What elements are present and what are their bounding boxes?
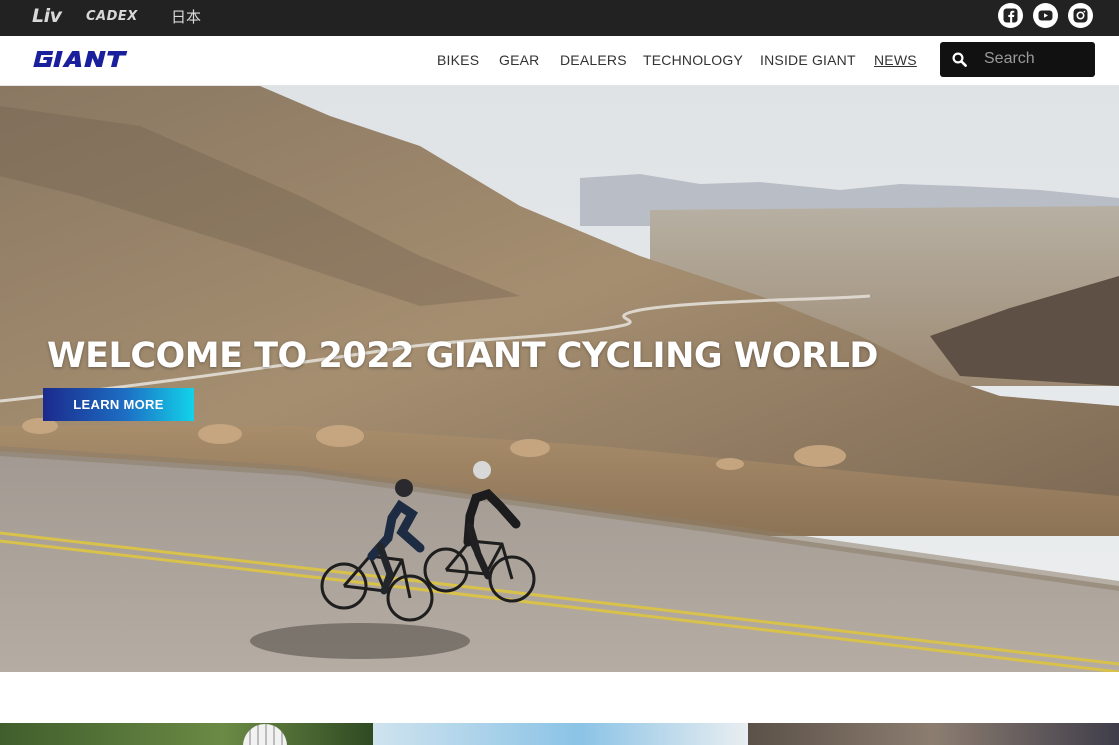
top-bar: Liv CADEX 日本 <box>0 0 1119 36</box>
liv-brand-link[interactable]: Liv <box>32 5 62 27</box>
search-input[interactable] <box>984 48 1088 70</box>
hero-image <box>0 86 1119 672</box>
instagram-icon[interactable] <box>1068 3 1093 28</box>
helmet-image <box>243 724 287 745</box>
youtube-icon[interactable] <box>1033 3 1058 28</box>
giant-logo[interactable] <box>28 48 140 70</box>
hero-title: WELCOME TO 2022 GIANT CYCLING WORLD <box>47 336 878 376</box>
japan-region-link[interactable]: 日本 <box>171 6 201 27</box>
facebook-icon[interactable] <box>998 3 1023 28</box>
search-icon[interactable] <box>952 52 967 67</box>
feature-card-1[interactable] <box>0 723 373 745</box>
feature-card-3[interactable] <box>748 723 1119 745</box>
hero-banner: WELCOME TO 2022 GIANT CYCLING WORLD LEAR… <box>0 86 1119 672</box>
nav-dealers[interactable]: DEALERS <box>560 52 627 68</box>
nav-gear[interactable]: GEAR <box>499 52 539 68</box>
nav-news[interactable]: NEWS <box>874 52 917 68</box>
search-box[interactable] <box>940 42 1095 77</box>
feature-card-2[interactable] <box>373 723 748 745</box>
nav-inside-giant[interactable]: INSIDE GIANT <box>760 52 856 68</box>
nav-technology[interactable]: TECHNOLOGY <box>643 52 743 68</box>
main-header: BIKES GEAR DEALERS TECHNOLOGY INSIDE GIA… <box>0 36 1119 86</box>
cadex-brand-link[interactable]: CADEX <box>86 9 138 27</box>
nav-bikes[interactable]: BIKES <box>437 52 479 68</box>
learn-more-button[interactable]: LEARN MORE <box>43 388 194 421</box>
